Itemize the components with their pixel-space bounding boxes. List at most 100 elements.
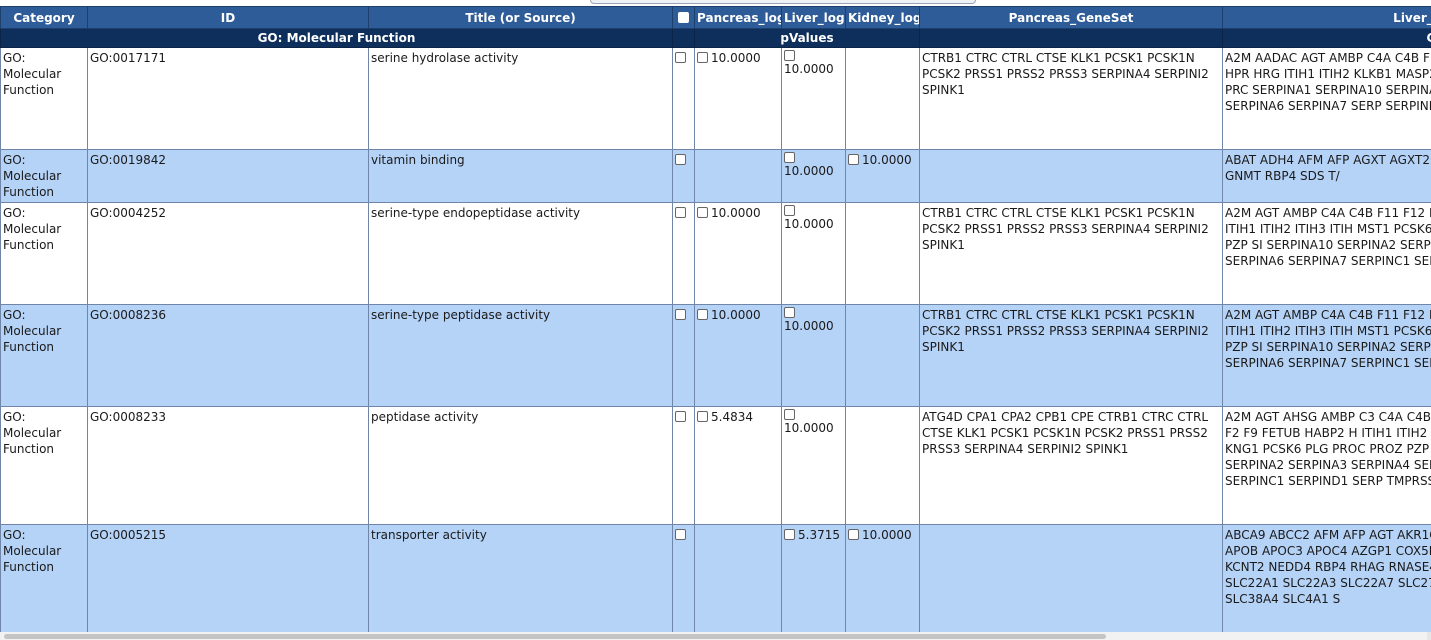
cell-category: GO: Molecular Function xyxy=(0,149,88,203)
liver-checkbox[interactable] xyxy=(784,152,795,163)
results-table-container[interactable]: Category ID Title (or Source) Pancreas_l… xyxy=(0,6,1431,632)
row-select-checkbox[interactable] xyxy=(675,309,686,320)
liver-geneset-text: A2M AGT AMBP C4A C4B F11 F12 F2 HPN HPR … xyxy=(1225,206,1431,268)
col-header-liver-logp[interactable]: Liver_logP xyxy=(781,6,846,29)
cell-liver-logp: 10.0000 xyxy=(781,202,846,305)
cell-id: GO:0019842 xyxy=(87,149,369,203)
cell-kidney-logp xyxy=(845,406,920,525)
col-header-title[interactable]: Title (or Source) xyxy=(368,6,673,29)
col-header-id[interactable]: ID xyxy=(87,6,369,29)
cell-row-select xyxy=(672,149,695,203)
subheader-blank-geneset xyxy=(919,28,1223,48)
cell-category: GO: Molecular Function xyxy=(0,304,88,407)
cell-id: GO:0008236 xyxy=(87,304,369,407)
cell-row-select xyxy=(672,304,695,407)
cell-pancreas-logp xyxy=(694,524,782,632)
cell-id: GO:0017171 xyxy=(87,47,369,150)
pancreas-checkbox[interactable] xyxy=(697,207,708,218)
cell-row-select xyxy=(672,524,695,632)
pancreas-logp-value: 5.4834 xyxy=(711,410,753,424)
liver-checkbox[interactable] xyxy=(784,409,795,420)
table-row[interactable]: GO: Molecular Function GO:0008236 serine… xyxy=(0,304,1431,407)
cell-pancreas-logp: 5.4834 xyxy=(694,406,782,525)
cell-pancreas-geneset xyxy=(919,524,1223,632)
cell-liver-geneset: A2M AADAC AGT AMBP C4A C4B F11 HABP2 HP … xyxy=(1222,47,1431,150)
pancreas-logp-value: 10.0000 xyxy=(711,206,761,220)
table-row[interactable]: GO: Molecular Function GO:0004252 serine… xyxy=(0,202,1431,305)
table-row[interactable]: GO: Molecular Function GO:0019842 vitami… xyxy=(0,149,1431,203)
cell-title: peptidase activity xyxy=(368,406,673,525)
row-select-checkbox[interactable] xyxy=(675,154,686,165)
col-header-liver-geneset[interactable]: Liver_GeneSet xyxy=(1222,6,1431,29)
kidney-checkbox[interactable] xyxy=(848,529,859,540)
col-header-select-all[interactable] xyxy=(672,6,695,29)
cell-category: GO: Molecular Function xyxy=(0,202,88,305)
cell-kidney-logp xyxy=(845,202,920,305)
pancreas-checkbox[interactable] xyxy=(697,52,708,63)
col-header-pancreas-geneset[interactable]: Pancreas_GeneSet xyxy=(919,6,1223,29)
liver-geneset-text: ABAT ADH4 AFM AFP AGXT AGXT2 A CTH DMGDH… xyxy=(1225,153,1431,183)
kidney-logp-value: 10.0000 xyxy=(862,528,912,542)
col-header-kidney-logp[interactable]: Kidney_logP xyxy=(845,6,920,29)
liver-logp-value: 10.0000 xyxy=(784,62,834,76)
row-select-checkbox[interactable] xyxy=(675,52,686,63)
cell-pancreas-geneset: CTRB1 CTRC CTRL CTSE KLK1 PCSK1 PCSK1N P… xyxy=(919,202,1223,305)
pancreas-checkbox[interactable] xyxy=(697,309,708,320)
group-header-molecular-function: GO: Molecular Function xyxy=(0,28,673,48)
cell-liver-geneset: ABCA9 ABCC2 AFM AFP AGT AKR1C4 APOA1 APO… xyxy=(1222,524,1431,632)
cell-pancreas-geneset xyxy=(919,149,1223,203)
cell-kidney-logp xyxy=(845,47,920,150)
cell-liver-geneset: ABAT ADH4 AFM AFP AGXT AGXT2 A CTH DMGDH… xyxy=(1222,149,1431,203)
liver-checkbox[interactable] xyxy=(784,529,795,540)
liver-checkbox[interactable] xyxy=(784,50,795,61)
cell-pancreas-logp: 10.0000 xyxy=(694,202,782,305)
liver-geneset-text: A2M AGT AHSG AMBP C3 C4A C4B C CPS1 F11 … xyxy=(1225,410,1431,488)
cell-pancreas-geneset: CTRB1 CTRC CTRL CTSE KLK1 PCSK1 PCSK1N P… xyxy=(919,304,1223,407)
liver-logp-value: 10.0000 xyxy=(784,217,834,231)
cell-row-select xyxy=(672,47,695,150)
go-enrichment-table: Category ID Title (or Source) Pancreas_l… xyxy=(0,6,1431,632)
table-row[interactable]: GO: Molecular Function GO:0017171 serine… xyxy=(0,47,1431,150)
horizontal-scrollbar[interactable] xyxy=(0,632,1431,640)
pancreas-checkbox[interactable] xyxy=(697,411,708,422)
liver-geneset-text: A2M AADAC AGT AMBP C4A C4B F11 HABP2 HP … xyxy=(1225,51,1431,113)
row-select-checkbox[interactable] xyxy=(675,207,686,218)
group-header-gene-list: Gene List xyxy=(1222,28,1431,48)
cell-row-select xyxy=(672,202,695,305)
liver-checkbox[interactable] xyxy=(784,205,795,216)
cell-title: serine hydrolase activity xyxy=(368,47,673,150)
cell-id: GO:0004252 xyxy=(87,202,369,305)
cell-liver-logp: 5.3715 xyxy=(781,524,846,632)
select-all-checkbox[interactable] xyxy=(678,11,689,23)
liver-logp-value: 5.3715 xyxy=(798,528,840,542)
cell-pancreas-logp: 10.0000 xyxy=(694,47,782,150)
liver-logp-value: 10.0000 xyxy=(784,164,834,178)
subheader-blank xyxy=(672,28,695,48)
scrollbar-end xyxy=(1427,632,1431,640)
liver-checkbox[interactable] xyxy=(784,307,795,318)
cell-row-select xyxy=(672,406,695,525)
cell-pancreas-logp xyxy=(694,149,782,203)
row-select-checkbox[interactable] xyxy=(675,529,686,540)
top-panel-tab xyxy=(590,0,976,4)
scrollbar-thumb[interactable] xyxy=(4,634,1106,639)
cell-liver-logp: 10.0000 xyxy=(781,47,846,150)
cell-pancreas-logp: 10.0000 xyxy=(694,304,782,407)
cell-liver-logp: 10.0000 xyxy=(781,304,846,407)
liver-logp-value: 10.0000 xyxy=(784,421,834,435)
cell-pancreas-geneset: ATG4D CPA1 CPA2 CPB1 CPE CTRB1 CTRC CTRL… xyxy=(919,406,1223,525)
cell-category: GO: Molecular Function xyxy=(0,47,88,150)
liver-geneset-text: ABCA9 ABCC2 AFM AFP AGT AKR1C4 APOA1 APO… xyxy=(1225,528,1431,606)
row-select-checkbox[interactable] xyxy=(675,411,686,422)
pancreas-logp-value: 10.0000 xyxy=(711,51,761,65)
col-header-category[interactable]: Category xyxy=(0,6,88,29)
col-header-pancreas-logp[interactable]: Pancreas_logP xyxy=(694,6,782,29)
cell-liver-logp: 10.0000 xyxy=(781,406,846,525)
cell-title: transporter activity xyxy=(368,524,673,632)
cell-title: vitamin binding xyxy=(368,149,673,203)
table-row[interactable]: GO: Molecular Function GO:0005215 transp… xyxy=(0,524,1431,632)
table-row[interactable]: GO: Molecular Function GO:0008233 peptid… xyxy=(0,406,1431,525)
cell-kidney-logp: 10.0000 xyxy=(845,149,920,203)
cell-liver-geneset: A2M AGT AMBP C4A C4B F11 F12 F2 HPN HPR … xyxy=(1222,304,1431,407)
kidney-checkbox[interactable] xyxy=(848,154,859,165)
